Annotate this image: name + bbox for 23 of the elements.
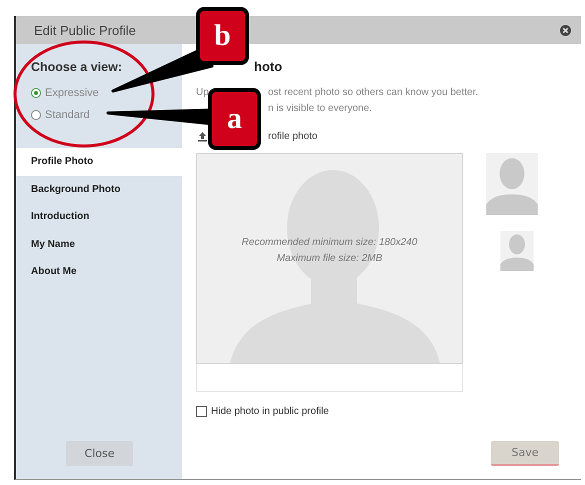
section-heading: Choose a view: xyxy=(31,60,123,74)
upload-link[interactable]: rofile photo xyxy=(268,130,318,142)
hide-photo-checkbox[interactable]: Hide photo in public profile xyxy=(196,406,329,417)
sidebar-item[interactable]: Introduction xyxy=(16,203,182,230)
sidebar-item[interactable]: Profile Photo xyxy=(16,148,182,176)
description-text: Up xyxy=(196,86,210,100)
sidebar-item[interactable]: Background Photo xyxy=(16,176,182,203)
description-text: n is visible to everyone. xyxy=(268,102,372,116)
section-title: hoto xyxy=(254,59,284,74)
caption-field[interactable] xyxy=(196,364,463,392)
sidebar-item[interactable]: My Name xyxy=(16,230,182,258)
avatar-preview-icon xyxy=(486,153,538,215)
upload-icon[interactable] xyxy=(197,130,208,142)
close-button[interactable]: Close xyxy=(66,441,133,466)
hint-text: Recommended minimum size: 180x240 xyxy=(242,236,418,250)
description-text: ost recent photo so others can know you better. xyxy=(268,86,478,100)
close-icon[interactable] xyxy=(560,24,571,36)
window-title: Edit Public Profile xyxy=(34,22,136,38)
photo-drop-area[interactable]: Recommended minimum size: 180x240 Maximum file size: 2MB xyxy=(196,153,463,364)
callout-label: a xyxy=(208,88,261,150)
hint-text: Maximum file size: 2MB xyxy=(276,252,384,266)
callout-label: b xyxy=(196,7,249,65)
sidebar-item[interactable]: About Me xyxy=(16,258,182,286)
